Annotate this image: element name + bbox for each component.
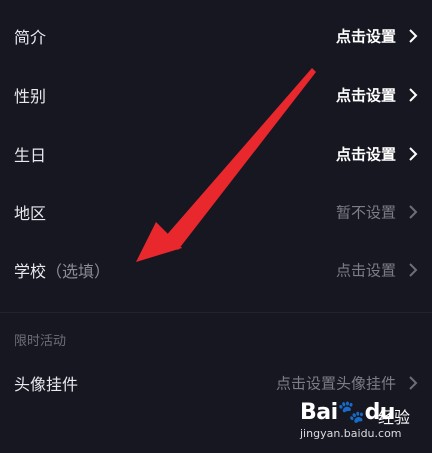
row-value: 点击设置 <box>335 27 396 46</box>
row-value: 点击设置 <box>335 261 396 280</box>
watermark-text: 经验 <box>378 408 411 427</box>
paw-icon: 🐾 <box>337 400 365 425</box>
chevron-right-icon <box>409 376 418 390</box>
row-value: 暂不设置 <box>335 203 396 222</box>
row-value: 点击设置头像挂件 <box>275 374 396 393</box>
chevron-right-icon <box>409 88 418 102</box>
row-label: 性别 <box>14 87 47 106</box>
row-birthday[interactable]: 生日 点击设置 <box>0 125 432 183</box>
watermark-url: jingyan.baidu.com <box>300 427 402 440</box>
chevron-right-icon <box>409 147 418 161</box>
row-school[interactable]: 学校（选填） 点击设置 <box>0 241 432 299</box>
row-intro[interactable]: 简介 点击设置 <box>0 7 432 65</box>
section-divider <box>0 312 432 313</box>
row-gender[interactable]: 性别 点击设置 <box>0 66 432 124</box>
row-value: 点击设置 <box>335 86 396 105</box>
row-region[interactable]: 地区 暂不设置 <box>0 183 432 241</box>
baidu-jingyan-watermark: Bai🐾du 经验 jingyan.baidu.com <box>300 398 412 444</box>
row-value: 点击设置 <box>335 145 396 164</box>
chevron-right-icon <box>409 263 418 277</box>
row-label: 学校（选填） <box>14 262 111 281</box>
row-label: 头像挂件 <box>14 375 79 394</box>
row-label: 地区 <box>14 204 47 223</box>
row-label: 生日 <box>14 146 47 165</box>
section-title: 限时活动 <box>14 334 67 349</box>
chevron-right-icon <box>409 29 418 43</box>
optional-hint: （选填） <box>46 262 111 281</box>
row-label: 简介 <box>14 28 47 47</box>
chevron-right-icon <box>409 205 418 219</box>
